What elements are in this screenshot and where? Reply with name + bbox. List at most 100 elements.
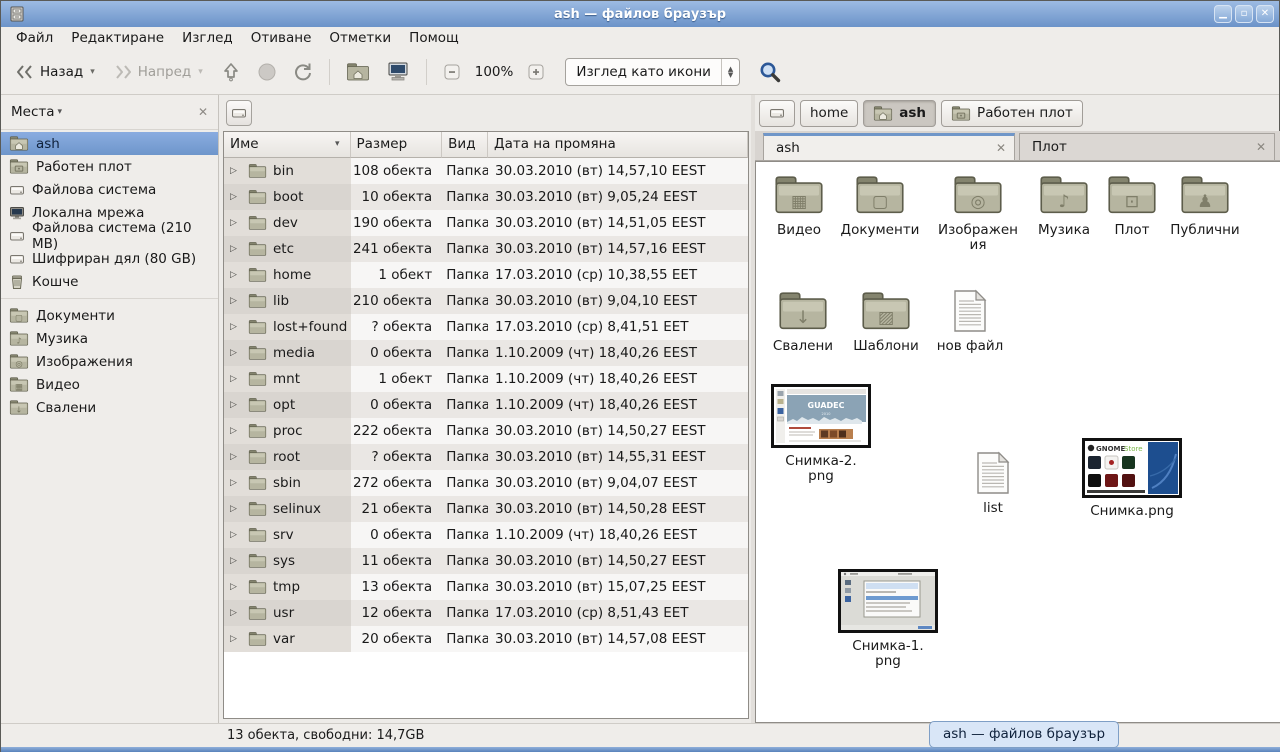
table-row[interactable]: ▷ root? обектаПапка30.03.2010 (вт) 14,55… [224,444,748,470]
sidebar-close-icon[interactable]: ✕ [198,105,208,119]
tab-close-icon[interactable]: ✕ [986,141,1006,155]
icon-item-snimka1[interactable]: Снимка-1.png [833,569,943,669]
zoom-out-button[interactable] [437,58,467,86]
expander-icon[interactable]: ▷ [230,262,242,288]
sidebar-item-работен-плот[interactable]: Работен плот [1,155,218,178]
cell-name[interactable]: ▷ usr [224,600,351,626]
table-row[interactable]: ▷ mnt1 обектПапка1.10.2009 (чт) 18,40,26… [224,366,748,392]
table-row[interactable]: ▷ var20 обектаПапка30.03.2010 (вт) 14,57… [224,626,748,652]
menu-item-3[interactable]: Изглед [173,28,242,48]
cell-name[interactable]: ▷ lib [224,288,351,314]
sidebar-item-документи[interactable]: ▢Документи [1,304,218,327]
sidebar-item-файлова-система[interactable]: Файлова система [1,178,218,201]
expander-icon[interactable]: ▷ [230,288,242,314]
table-row[interactable]: ▷ usr12 обектаПапка17.03.2010 (ср) 8,51,… [224,600,748,626]
expander-icon[interactable]: ▷ [230,314,242,340]
icon-item-templates[interactable]: ▨ Шаблони [844,289,928,354]
forward-button[interactable]: Напред ▾ [107,59,211,85]
sidebar-item-музика[interactable]: ♪Музика [1,327,218,350]
expander-icon[interactable]: ▷ [230,418,242,444]
icon-item-list[interactable]: list [951,451,1035,516]
expander-icon[interactable]: ▷ [230,574,242,600]
expander-icon[interactable]: ▷ [230,392,242,418]
cell-name[interactable]: ▷ etc [224,236,351,262]
icon-item-public[interactable]: ♟ Публични [1163,173,1247,238]
path-ash-button[interactable]: ash [863,100,936,127]
cell-name[interactable]: ▷ bin [224,158,351,184]
tab-close-icon[interactable]: ✕ [1246,140,1266,154]
menu-item-6[interactable]: Помощ [400,28,468,48]
cell-name[interactable]: ▷ srv [224,522,351,548]
path-root-button[interactable] [759,100,795,127]
icon-item-downloads[interactable]: ↓ Свалени [761,289,845,354]
close-button[interactable]: ✕ [1256,5,1274,23]
view-mode-select[interactable]: Изглед като икони ▲▼ [565,58,740,86]
tree-root-button[interactable] [226,100,252,126]
expander-icon[interactable]: ▷ [230,600,242,626]
sidebar-item-кошче[interactable]: Кошче [1,270,218,293]
sidebar-item-шифриран-дял-80-gb-[interactable]: Шифриран дял (80 GB) [1,247,218,270]
expander-icon[interactable]: ▷ [230,444,242,470]
cell-name[interactable]: ▷ boot [224,184,351,210]
cell-name[interactable]: ▷ sbin [224,470,351,496]
chevron-down-icon[interactable]: ▾ [58,107,63,117]
table-row[interactable]: ▷ media0 обектаПапка1.10.2009 (чт) 18,40… [224,340,748,366]
expander-icon[interactable]: ▷ [230,366,242,392]
icon-item-desktop[interactable]: ⊡ Плот [1090,173,1174,238]
sidebar-item-видео[interactable]: ▦Видео [1,373,218,396]
back-button[interactable]: Назад ▾ [9,59,103,85]
reload-button[interactable] [287,57,319,87]
menu-item-5[interactable]: Отметки [320,28,400,48]
expander-icon[interactable]: ▷ [230,158,242,184]
cell-name[interactable]: ▷ tmp [224,574,351,600]
cell-name[interactable]: ▷ home [224,262,351,288]
table-row[interactable]: ▷ bin108 обектаПапка30.03.2010 (вт) 14,5… [224,158,748,184]
menu-item-1[interactable]: Файл [7,28,62,48]
cell-name[interactable]: ▷ dev [224,210,351,236]
home-button[interactable] [340,57,376,87]
sidebar-title[interactable]: Места [11,104,55,120]
forward-dropdown-icon[interactable]: ▾ [196,67,205,77]
column-header-4[interactable]: Дата на промяна [488,132,748,158]
column-header-3[interactable]: Вид [442,132,488,158]
up-button[interactable] [215,57,247,87]
tab-ash[interactable]: ash✕ [763,133,1015,160]
table-row[interactable]: ▷ lib210 обектаПапка30.03.2010 (вт) 9,04… [224,288,748,314]
sidebar-item-ash[interactable]: ash [1,132,218,155]
table-row[interactable]: ▷ selinux21 обектаПапка30.03.2010 (вт) 1… [224,496,748,522]
icon-item-newfile[interactable]: нов файл [928,289,1012,354]
cell-name[interactable]: ▷ selinux [224,496,351,522]
icon-item-documents[interactable]: ▢ Документи [838,173,922,238]
table-row[interactable]: ▷ opt0 обектаПапка1.10.2009 (чт) 18,40,2… [224,392,748,418]
sidebar-item-свалени[interactable]: ↓Свалени [1,396,218,419]
table-row[interactable]: ▷ lost+found? обектаПапка17.03.2010 (ср)… [224,314,748,340]
maximize-button[interactable]: ▫ [1235,5,1253,23]
tab-плот[interactable]: Плот✕ [1019,133,1275,160]
path-desktop-button[interactable]: Работен плот [941,100,1083,127]
zoom-in-button[interactable] [521,58,551,86]
computer-button[interactable] [380,56,416,88]
table-row[interactable]: ▷ sys11 обектаПапка30.03.2010 (вт) 14,50… [224,548,748,574]
table-row[interactable]: ▷ home1 обектПапка17.03.2010 (ср) 10,38,… [224,262,748,288]
table-row[interactable]: ▷ dev190 обектаПапка30.03.2010 (вт) 14,5… [224,210,748,236]
sidebar-item-файлова-система-210-mb-[interactable]: Файлова система (210 MB) [1,224,218,247]
sidebar-item-изображения[interactable]: ◎Изображения [1,350,218,373]
cell-name[interactable]: ▷ var [224,626,351,652]
expander-icon[interactable]: ▷ [230,210,242,236]
table-row[interactable]: ▷ proc222 обектаПапка30.03.2010 (вт) 14,… [224,418,748,444]
icon-item-video[interactable]: ▦ Видео [757,173,841,238]
expander-icon[interactable]: ▷ [230,522,242,548]
cell-name[interactable]: ▷ opt [224,392,351,418]
cell-name[interactable]: ▷ proc [224,418,351,444]
table-row[interactable]: ▷ etc241 обектаПапка30.03.2010 (вт) 14,5… [224,236,748,262]
expander-icon[interactable]: ▷ [230,184,242,210]
icon-item-snimka[interactable]: GNOME Store Снимка.png [1077,438,1187,519]
cell-name[interactable]: ▷ mnt [224,366,351,392]
icon-view[interactable]: ▦ Видео ▢ Документи ◎ Изображения ♪ Музи… [755,161,1280,723]
expander-icon[interactable]: ▷ [230,548,242,574]
expander-icon[interactable]: ▷ [230,340,242,366]
minimize-button[interactable]: ▁ [1214,5,1232,23]
expander-icon[interactable]: ▷ [230,470,242,496]
search-button[interactable] [752,55,788,89]
icon-item-snimka2[interactable]: GUADEC 2010 Снимка-2.png [766,384,876,484]
